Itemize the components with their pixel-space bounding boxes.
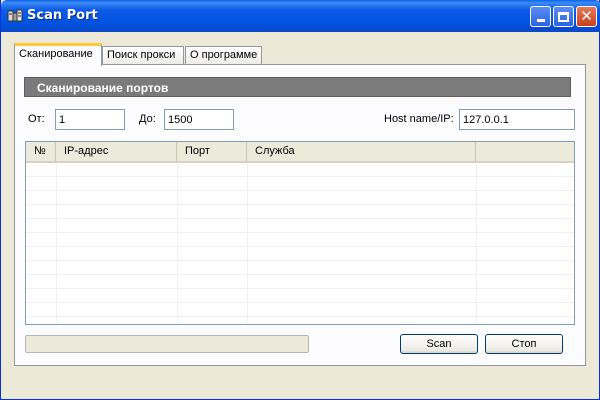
close-button[interactable]: ✕ — [576, 6, 597, 27]
table-row — [26, 289, 574, 303]
from-label: От: — [28, 113, 45, 125]
host-input[interactable] — [459, 109, 575, 130]
table-header: № IP-адрес Порт Служба — [26, 142, 574, 163]
close-icon: ✕ — [580, 7, 593, 25]
network-scanner-icon — [7, 9, 23, 22]
table-row — [26, 219, 574, 233]
table-row — [26, 177, 574, 191]
table-row — [26, 275, 574, 289]
minimize-button[interactable] — [530, 6, 551, 27]
port-to-input[interactable] — [164, 109, 234, 130]
column-number[interactable]: № — [26, 142, 56, 161]
table-row — [26, 205, 574, 219]
table-row — [26, 303, 574, 317]
host-label: Host name/IP: — [384, 113, 454, 125]
app-window: Scan Port ✕ Сканирование Поиск прокси О … — [0, 0, 600, 400]
maximize-button[interactable] — [553, 6, 574, 27]
scan-button[interactable]: Scan — [400, 334, 478, 354]
port-from-input[interactable] — [55, 109, 125, 130]
tab-about[interactable]: О программе — [185, 46, 262, 65]
table-row — [26, 233, 574, 247]
tab-proxy-search[interactable]: Поиск прокси — [102, 46, 184, 65]
to-label: До: — [139, 113, 156, 125]
table-row — [26, 163, 574, 177]
scan-progress-bar — [25, 335, 309, 353]
window-title: Scan Port — [27, 8, 98, 23]
title-bar[interactable]: Scan Port ✕ — [1, 0, 600, 32]
table-row — [26, 247, 574, 261]
minimize-icon — [536, 19, 545, 22]
results-table[interactable]: № IP-адрес Порт Служба — [25, 141, 575, 325]
column-ip-address[interactable]: IP-адрес — [56, 142, 177, 161]
table-body — [26, 163, 574, 324]
table-row — [26, 191, 574, 205]
section-title: Сканирование портов — [24, 77, 571, 97]
maximize-icon — [558, 11, 569, 22]
column-service[interactable]: Служба — [247, 142, 476, 161]
column-port[interactable]: Порт — [177, 142, 247, 161]
tab-scanning[interactable]: Сканирование — [14, 43, 102, 66]
stop-button[interactable]: Стоп — [485, 334, 563, 354]
scan-tab-panel: Сканирование портов От: До: Host name/IP… — [14, 64, 586, 366]
table-row — [26, 261, 574, 275]
column-extra[interactable] — [476, 142, 574, 161]
